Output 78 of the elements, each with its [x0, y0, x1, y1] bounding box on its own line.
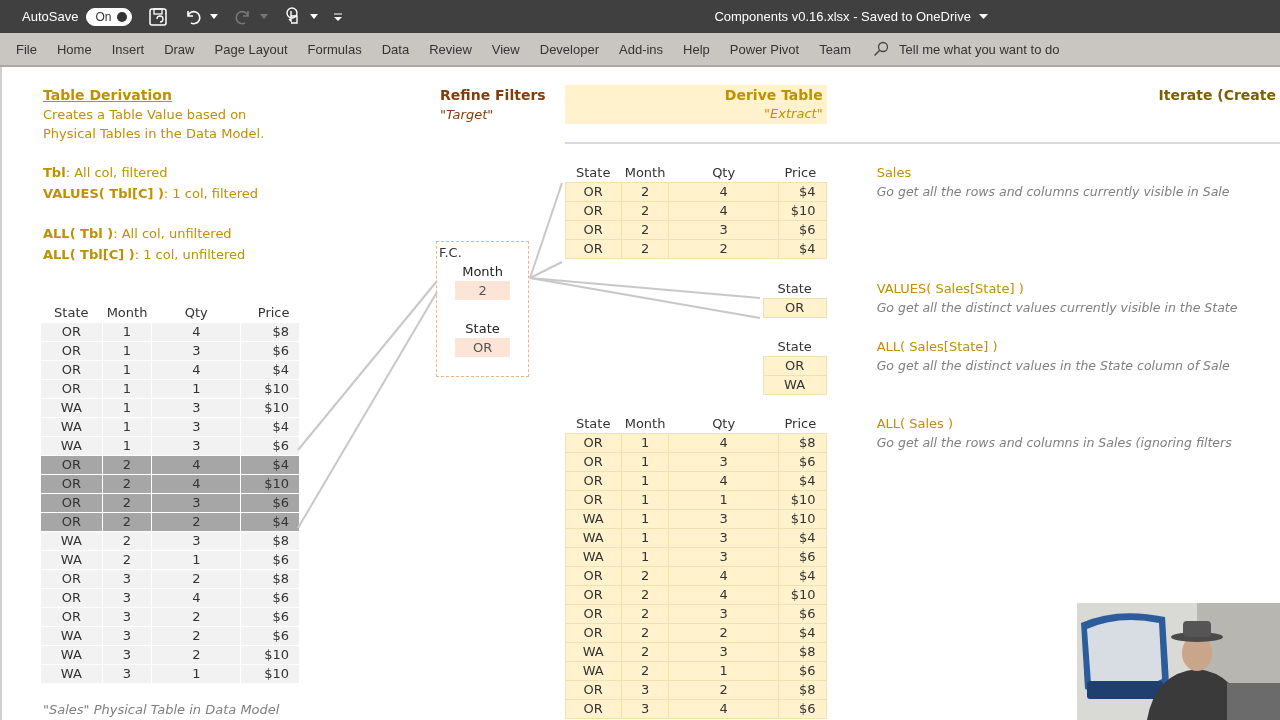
autosave-toggle[interactable]: On [86, 7, 133, 26]
ribbon-tab[interactable]: Power Pivot [719, 33, 810, 65]
table-cell: $8 [240, 322, 300, 342]
column-header: State [53, 304, 90, 322]
ribbon-tab[interactable]: Help [673, 33, 720, 65]
filter-field-name: Month [461, 263, 504, 281]
filter-context-label: F.C. [438, 244, 463, 261]
table-cell: 4 [668, 182, 779, 202]
ribbon-tab[interactable]: Formulas [297, 33, 372, 65]
filter-value: 2 [455, 281, 511, 300]
table-cell: 4 [151, 322, 241, 342]
table-cell: 1 [621, 433, 669, 453]
ribbon-tab[interactable]: Page Layout [204, 33, 298, 65]
filter-value: OR [455, 338, 511, 357]
caret-icon[interactable] [210, 13, 219, 20]
description-text: Physical Tables in the Data Model. [43, 125, 266, 143]
column-header: Month [621, 414, 669, 434]
column-header: Qty [668, 163, 779, 183]
caret-icon[interactable] [978, 13, 988, 20]
save-icon[interactable] [148, 6, 169, 27]
table-cell: OR [40, 322, 103, 342]
ribbon-tab[interactable]: View [481, 33, 530, 65]
table-cell: $4 [778, 182, 827, 202]
table-cell: OR [763, 356, 827, 376]
ribbon-tab[interactable]: Home [46, 33, 102, 65]
table-cell: OR [565, 182, 622, 202]
table-cell: OR [763, 298, 827, 318]
explanation-text: Go get all the rows and columns in Sales (ignoring filters [876, 434, 1232, 452]
column-header: Qty [668, 414, 779, 434]
section-subtitle: "Extract" [763, 105, 823, 123]
definition-text: Tbl: All col, filtered [43, 164, 169, 182]
explanation-text: Go get all the distinct values in the State column of Sale [876, 357, 1230, 375]
section-title: Derive Table [723, 86, 823, 105]
document-title[interactable]: Components v0.16.xlsx - Saved to OneDrive [714, 9, 971, 24]
ribbon-tab[interactable]: Team [809, 33, 861, 65]
filter-field-name: State [464, 320, 501, 338]
ribbon-tab[interactable]: Review [419, 33, 482, 65]
table-cell: 4 [668, 433, 779, 453]
definition-text: VALUES( Tbl[C] ): 1 col, filtered [43, 185, 259, 203]
section-subtitle: "Target" [440, 106, 495, 124]
column-header: State [763, 279, 827, 299]
column-header: Qty [183, 304, 209, 322]
column-header: State [565, 163, 622, 183]
ribbon-tab[interactable]: Developer [529, 33, 609, 65]
customize-icon[interactable] [334, 11, 343, 22]
table-cell: $8 [778, 433, 827, 453]
ribbon-tab[interactable]: Add-ins [609, 33, 674, 65]
table-cell: 2 [621, 182, 669, 202]
ribbon-tab[interactable]: Draw [154, 33, 205, 65]
column-header: State [565, 414, 622, 434]
column-header: Month [621, 163, 669, 183]
search-icon [873, 41, 889, 57]
expression-text: ALL( Sales ) [876, 415, 955, 433]
section-title: Table Derivation [43, 86, 173, 105]
expression-text: Sales [876, 164, 913, 182]
explanation-text: Go get all the rows and columns currently visible in Sale [876, 183, 1230, 201]
explanation-text: Go get all the distinct values currently visible in the State [876, 299, 1238, 317]
column-header: Month [105, 304, 149, 322]
description-text: Creates a Table Value based on [43, 106, 248, 124]
definition-text: ALL( Tbl ): All col, unfiltered [43, 225, 233, 243]
expression-text: VALUES( Sales[State] ) [876, 280, 1025, 298]
column-header: Price [256, 304, 291, 322]
column-header: Price [778, 414, 827, 434]
ribbon-tab[interactable]: Insert [101, 33, 155, 65]
ribbon-tab[interactable]: File [6, 33, 47, 65]
table-cell: 1 [102, 322, 152, 342]
section-title: Refine Filters [440, 86, 547, 105]
column-header: Price [778, 163, 827, 183]
table-cell: OR [565, 433, 622, 453]
ribbon-tab[interactable]: Data [371, 33, 420, 65]
expression-text: ALL( Sales[State] ) [876, 338, 999, 356]
table-caption: "Sales" Physical Table in Data Model [43, 702, 281, 717]
autosave-label: AutoSave [22, 9, 79, 24]
column-header: State [763, 337, 827, 357]
caret-icon[interactable] [310, 13, 319, 20]
section-title: Iterate (Create [1158, 86, 1276, 105]
definition-text: ALL( Tbl[C] ): 1 col, unfiltered [43, 246, 247, 264]
search-field[interactable]: Tell me what you want to do [873, 40, 1141, 58]
